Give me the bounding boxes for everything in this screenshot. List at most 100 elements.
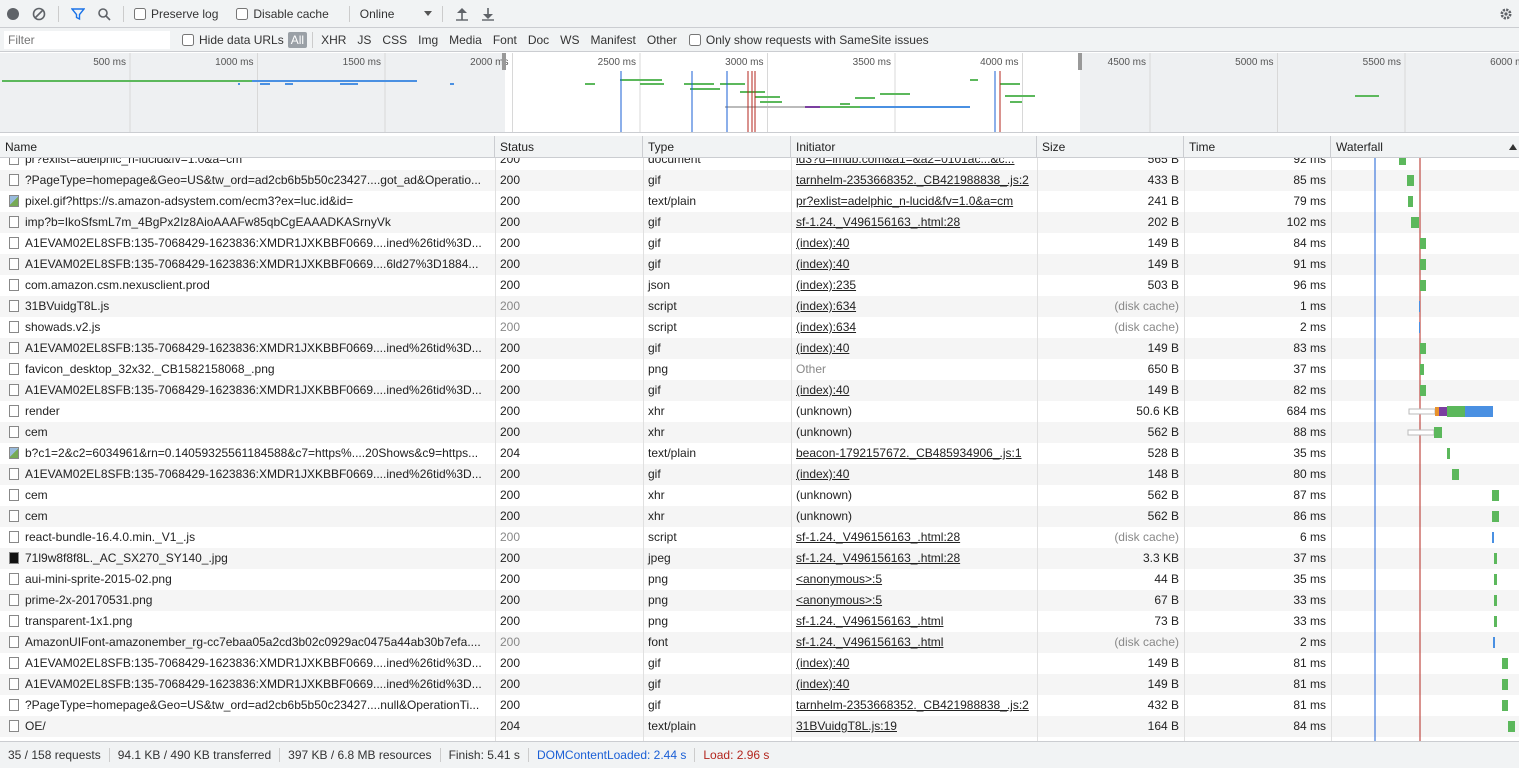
- cell-initiator: tarnhelm-2353668352._CB421988838_.js:2: [791, 170, 1037, 191]
- table-row[interactable]: A1EVAM02EL8SFB:135-7068429-1623836:XMDR1…: [0, 338, 1519, 359]
- waterfall-bar: [1502, 700, 1508, 711]
- name-text: prime-2x-20170531.png: [25, 593, 153, 607]
- table-row[interactable]: A1EVAM02EL8SFB:135-7068429-1623836:XMDR1…: [0, 464, 1519, 485]
- table-row[interactable]: showads.v2.js 200 script (index):634 (disk c…: [0, 317, 1519, 338]
- table-row[interactable]: A1EVAM02EL8SFB:135-7068429-1623836:XMDR1…: [0, 674, 1519, 695]
- initiator-text[interactable]: beacon-1792157672._CB485934906_.js:1: [796, 446, 1022, 460]
- table-row[interactable]: prime-2x-20170531.png 200 png <anonymous>:5…: [0, 590, 1519, 611]
- table-row[interactable]: cem 200 xhr (unknown) 562 B 88 ms: [0, 422, 1519, 443]
- samesite-checkbox[interactable]: Only show requests with SameSite issues: [685, 33, 929, 47]
- cell-initiator: (unknown): [791, 506, 1037, 527]
- time-text: 35 ms: [1293, 572, 1326, 586]
- hide-data-urls-checkbox[interactable]: Hide data URLs: [178, 33, 284, 47]
- overview-left-handle[interactable]: [502, 53, 506, 70]
- initiator-text[interactable]: sf-1.24._V496156163_.html:28: [796, 530, 960, 544]
- cell-status: 200: [495, 254, 643, 275]
- record-icon[interactable]: [0, 0, 26, 28]
- table-row[interactable]: ?PageType=homepage&Geo=US&tw_ord=ad2cb6b…: [0, 695, 1519, 716]
- initiator-text[interactable]: sf-1.24._V496156163_.html: [796, 635, 943, 649]
- column-header-status[interactable]: Status: [495, 136, 643, 158]
- initiator-text[interactable]: <anonymous>:5: [796, 593, 882, 607]
- cell-type: gif: [643, 254, 791, 275]
- initiator-text[interactable]: <anonymous>:5: [796, 572, 882, 586]
- table-row[interactable]: aui-mini-sprite-2015-02.png 200 png <anonym…: [0, 569, 1519, 590]
- size-text: 148 B: [1147, 467, 1179, 481]
- initiator-text[interactable]: tarnhelm-2353668352._CB421988838_.js:2: [796, 173, 1029, 187]
- samesite-check[interactable]: [688, 33, 701, 46]
- table-row[interactable]: cem 200 xhr (unknown) 562 B 86 ms: [0, 506, 1519, 527]
- table-row[interactable]: com.amazon.csm.nexusclient.prod 200 json (i…: [0, 275, 1519, 296]
- size-text: (disk cache): [1114, 320, 1179, 334]
- column-header-initiator[interactable]: Initiator: [791, 136, 1037, 158]
- request-rows: pr?exlist=adelphic_n-lucid&fv=1.0&a=cm 20…: [0, 158, 1519, 741]
- preserve-log-check[interactable]: [134, 7, 146, 20]
- column-header-waterfall[interactable]: Waterfall: [1331, 136, 1519, 158]
- disable-cache-check[interactable]: [236, 7, 249, 20]
- filter-type-css[interactable]: CSS: [379, 32, 410, 48]
- export-har-icon[interactable]: [475, 0, 501, 28]
- clear-icon[interactable]: [26, 0, 52, 28]
- initiator-text[interactable]: sf-1.24._V496156163_.html: [796, 614, 943, 628]
- column-header-name[interactable]: Name: [0, 136, 495, 158]
- initiator-text[interactable]: sf-1.24._V496156163_.html:28: [796, 215, 960, 229]
- filter-type-media[interactable]: Media: [446, 32, 485, 48]
- table-row[interactable]: pr?exlist=adelphic_n-lucid&fv=1.0&a=cm 20…: [0, 158, 1519, 170]
- table-row[interactable]: 71l9w8f8f8L._AC_SX270_SY140_.jpg 200 jpeg s…: [0, 548, 1519, 569]
- table-row[interactable]: ?PageType=homepage&Geo=US&tw_ord=ad2cb6b…: [0, 170, 1519, 191]
- table-row[interactable]: A1EVAM02EL8SFB:135-7068429-1623836:XMDR1…: [0, 653, 1519, 674]
- initiator-text[interactable]: pr?exlist=adelphic_n-lucid&fv=1.0&a=cm: [796, 194, 1013, 208]
- cell-time: 87 ms: [1184, 485, 1331, 506]
- filter-icon[interactable]: [65, 0, 91, 28]
- throttling-select[interactable]: Online: [356, 7, 436, 21]
- filter-type-font[interactable]: Font: [490, 32, 520, 48]
- column-header-type[interactable]: Type: [643, 136, 791, 158]
- table-row[interactable]: cem 200 xhr (unknown) 562 B 87 ms: [0, 485, 1519, 506]
- cell-name: ?PageType=homepage&Geo=US&tw_ord=ad2cb6b…: [0, 170, 495, 191]
- disable-cache-checkbox[interactable]: Disable cache: [232, 7, 329, 21]
- filter-input[interactable]: [4, 30, 170, 49]
- preserve-log-checkbox[interactable]: Preserve log: [130, 7, 218, 21]
- waterfall-bar: [1452, 469, 1459, 480]
- table-row[interactable]: favicon_desktop_32x32._CB1582158068_.png…: [0, 359, 1519, 380]
- filter-type-ws[interactable]: WS: [557, 32, 582, 48]
- initiator-text[interactable]: sf-1.24._V496156163_.html:28: [796, 551, 960, 565]
- overview-timeline[interactable]: 500 ms 1000 ms 1500 ms 2000 ms 2500 ms 3000 m…: [0, 53, 1519, 133]
- hide-data-urls-check[interactable]: [182, 33, 194, 46]
- table-row[interactable]: b?c1=2&c2=6034961&rn=0.14059325561184588…: [0, 443, 1519, 464]
- filter-type-js[interactable]: JS: [354, 32, 374, 48]
- filter-type-manifest[interactable]: Manifest: [588, 32, 639, 48]
- table-row[interactable]: A1EVAM02EL8SFB:135-7068429-1623836:XMDR1…: [0, 233, 1519, 254]
- initiator-text[interactable]: 31BVuidgT8L.js:19: [796, 719, 897, 733]
- table-row[interactable]: AmazonUIFont-amazonember_rg-cc7ebaa05a2c…: [0, 632, 1519, 653]
- search-icon[interactable]: [91, 0, 117, 28]
- initiator-text[interactable]: tarnhelm-2353668352._CB421988838_.js:2: [796, 698, 1029, 712]
- table-row[interactable]: 31BVuidgT8L.js 200 script (index):634 (disk …: [0, 296, 1519, 317]
- table-row[interactable]: A1EVAM02EL8SFB:135-7068429-1623836:XMDR1…: [0, 380, 1519, 401]
- time-text: 33 ms: [1293, 593, 1326, 607]
- column-header-size[interactable]: Size: [1037, 136, 1184, 158]
- overview-right-handle[interactable]: [1078, 53, 1082, 70]
- table-row[interactable]: A1EVAM02EL8SFB:135-7068429-1623836:XMDR1…: [0, 254, 1519, 275]
- cell-type: xhr: [643, 506, 791, 527]
- gear-icon[interactable]: [1493, 0, 1519, 28]
- initiator-text[interactable]: id3?d=imdb.com&a1=&a2=0101ac...&c...: [796, 158, 1014, 166]
- filter-type-other[interactable]: Other: [644, 32, 680, 48]
- cell-initiator: (unknown): [791, 485, 1037, 506]
- column-header-time[interactable]: Time: [1184, 136, 1331, 158]
- table-row[interactable]: render 200 xhr (unknown) 50.6 KB 684 ms: [0, 401, 1519, 422]
- table-row[interactable]: transparent-1x1.png 200 png sf-1.24._V49615…: [0, 611, 1519, 632]
- overview-tick-label: 1500 ms: [343, 57, 381, 68]
- import-har-icon[interactable]: [449, 0, 475, 28]
- filter-type-img[interactable]: Img: [415, 32, 441, 48]
- table-row[interactable]: pixel.gif?https://s.amazon-adsystem.com/…: [0, 191, 1519, 212]
- filter-type-doc[interactable]: Doc: [525, 32, 552, 48]
- table-row[interactable]: imp?b=IkoSfsmL7m_4BgPx2Iz8AioAAAFw85qbCg…: [0, 212, 1519, 233]
- filter-type-xhr[interactable]: XHR: [318, 32, 349, 48]
- waterfall-bar: [1502, 679, 1508, 690]
- table-row[interactable]: react-bundle-16.4.0.min._V1_.js 200 script…: [0, 527, 1519, 548]
- filter-type-all[interactable]: All: [287, 31, 308, 48]
- cell-size: 562 B: [1037, 485, 1184, 506]
- waterfall-bar: [1420, 280, 1426, 291]
- table-row[interactable]: OE/204 text/plain 31BVuidgT8L.js:19 164 B 84…: [0, 716, 1519, 737]
- type-text: gif: [648, 173, 661, 187]
